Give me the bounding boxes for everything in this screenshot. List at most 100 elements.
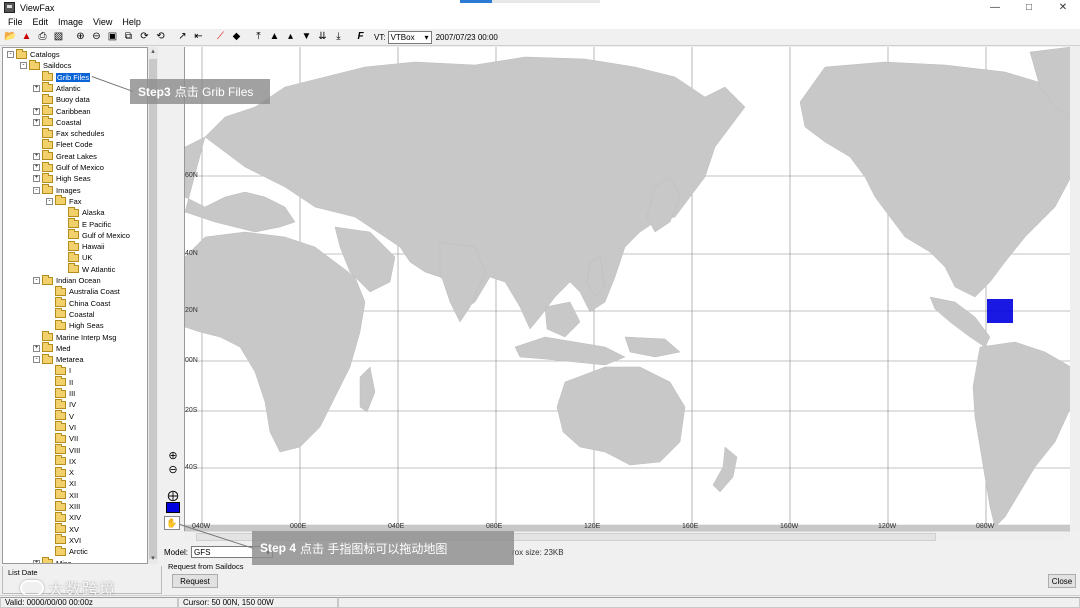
menu-file[interactable]: File — [0, 17, 28, 27]
tree-item[interactable]: + Misc — [33, 557, 71, 563]
tree-item[interactable]: VIII — [46, 444, 80, 456]
left-edge-icon[interactable]: ⇤ — [192, 31, 205, 44]
tree-item[interactable]: E Pacific — [59, 218, 111, 230]
tree-item[interactable]: Fax schedules — [33, 127, 104, 139]
tree-item[interactable]: - Fax — [46, 195, 82, 207]
tree-item[interactable]: + Coastal — [33, 116, 81, 128]
fax-icon[interactable]: ▲ — [20, 31, 33, 44]
zoom-in-icon[interactable]: ⊕ — [74, 31, 87, 44]
tree-item[interactable]: X — [46, 466, 74, 478]
expand-icon[interactable]: + — [33, 118, 40, 126]
collapse-icon[interactable]: - — [20, 62, 27, 70]
tree-item[interactable]: Coastal — [46, 308, 94, 320]
maximize-button[interactable]: □ — [1012, 0, 1046, 15]
menu-image[interactable]: Image — [53, 17, 88, 27]
refresh-icon[interactable]: ⟲ — [154, 31, 167, 44]
tree-item[interactable]: Gulf of Mexico — [59, 229, 130, 241]
expand-icon[interactable]: + — [33, 152, 40, 160]
hand-pan-icon[interactable]: ✋ — [164, 516, 180, 530]
tree-item[interactable]: XII — [46, 489, 78, 501]
tree-item[interactable]: + Great Lakes — [33, 150, 97, 162]
tree-item[interactable]: Alaska — [59, 206, 105, 218]
tree-item[interactable]: II — [46, 376, 73, 388]
request-button[interactable]: Request — [172, 574, 218, 588]
minimize-button[interactable]: — — [978, 0, 1012, 15]
collapse-icon[interactable]: - — [33, 356, 40, 364]
tree-item[interactable]: III — [46, 387, 75, 399]
expand-icon[interactable]: + — [33, 344, 40, 352]
triangle-up-icon[interactable]: ▴ — [284, 31, 297, 44]
tree-scroll-thumb[interactable] — [149, 59, 157, 559]
expand-icon[interactable]: + — [33, 175, 40, 183]
scroll-up-icon[interactable]: ▴ — [148, 47, 158, 57]
open-icon[interactable]: 📂 — [4, 31, 17, 44]
tree-item[interactable]: China Coast — [46, 297, 110, 309]
bottom-align-icon[interactable]: ⤓ — [332, 31, 345, 44]
zoom-out-icon[interactable]: ⊖ — [90, 31, 103, 44]
tree-item[interactable]: XVI — [46, 534, 81, 546]
zoom-fit-icon[interactable]: ▣ — [106, 31, 119, 44]
tree-item[interactable]: UK — [59, 251, 92, 263]
zoom-out-icon[interactable]: ⊖ — [165, 462, 181, 476]
mountain-icon[interactable]: ▲ — [268, 31, 281, 44]
expand-icon[interactable]: + — [33, 107, 40, 115]
tree-item[interactable]: + Gulf of Mexico — [33, 161, 104, 173]
double-down-icon[interactable]: ⇊ — [316, 31, 329, 44]
vt-select[interactable]: VTBox ▾ — [387, 30, 432, 44]
tree-item[interactable]: XI — [46, 477, 76, 489]
draw-line-icon[interactable]: ⟋ — [214, 31, 227, 44]
menu-edit[interactable]: Edit — [28, 17, 54, 27]
tree-item[interactable]: IV — [46, 398, 76, 410]
font-icon[interactable]: F — [354, 31, 367, 44]
tree-item[interactable]: Fleet Code — [33, 138, 93, 150]
tree-item[interactable]: Arctic — [46, 545, 88, 557]
tree-item[interactable]: VI — [46, 421, 76, 433]
menu-view[interactable]: View — [88, 17, 117, 27]
tree-item[interactable]: + High Seas — [33, 172, 91, 184]
weather-map[interactable] — [184, 47, 1070, 531]
tree-item[interactable]: Australia Coast — [46, 285, 120, 297]
tree-item[interactable]: VII — [46, 432, 78, 444]
tree-item[interactable]: + Atlantic — [33, 82, 81, 94]
tree-item[interactable]: + Med — [33, 342, 71, 354]
tree-item[interactable]: Hawaii — [59, 240, 105, 252]
tree-item[interactable]: W Atlantic — [59, 263, 115, 275]
world-map[interactable] — [185, 47, 1070, 531]
tree-item[interactable]: XIII — [46, 500, 80, 512]
collapse-icon[interactable]: - — [33, 277, 40, 284]
tree-item[interactable]: XV — [46, 523, 79, 535]
cursor-icon[interactable]: ↗ — [176, 31, 189, 44]
copy-icon[interactable]: ⧉ — [122, 31, 135, 44]
rotate-icon[interactable]: ⟳ — [138, 31, 151, 44]
collapse-icon[interactable]: - — [46, 197, 53, 205]
tree-item[interactable]: - Images — [33, 184, 81, 196]
tree-item[interactable]: High Seas — [46, 319, 104, 331]
selection-box-icon[interactable] — [166, 502, 180, 513]
tree-item[interactable]: Buoy data — [33, 93, 90, 105]
tree-item[interactable]: - Indian Ocean — [33, 274, 101, 286]
menu-help[interactable]: Help — [117, 17, 146, 27]
expand-icon[interactable]: + — [33, 164, 40, 171]
tree-item[interactable]: - Catalogs — [7, 48, 60, 60]
tree-item[interactable]: XIV — [46, 511, 81, 523]
top-align-icon[interactable]: ⤒ — [252, 31, 265, 44]
delete-icon[interactable]: ▧ — [52, 31, 65, 44]
tree-item[interactable]: V — [46, 410, 74, 422]
expand-icon[interactable]: + — [33, 559, 40, 563]
print-icon[interactable]: ⎙ — [36, 31, 49, 44]
collapse-icon[interactable]: - — [7, 51, 14, 58]
collapse-icon[interactable]: - — [33, 186, 40, 194]
zoom-in-icon[interactable]: ⊕ — [165, 448, 181, 462]
map-vertical-scrollbar[interactable] — [1070, 47, 1080, 531]
tree-item[interactable]: - Saildocs — [20, 59, 71, 71]
tree-item[interactable]: Marine Interp Msg — [33, 331, 116, 343]
close-button[interactable]: Close — [1048, 574, 1076, 588]
catalog-tree[interactable]: - Catalogs - Saildocs Grib Files + Atlantic Buo… — [2, 47, 148, 564]
diamond-icon[interactable]: ◆ — [230, 31, 243, 44]
tree-item[interactable]: Grib Files — [33, 71, 91, 83]
expand-icon[interactable]: + — [33, 84, 40, 92]
scroll-down-icon[interactable]: ▾ — [148, 554, 158, 564]
tree-item[interactable]: I — [46, 364, 71, 376]
triangle-down-icon[interactable]: ▼ — [300, 31, 313, 44]
crosshair-icon[interactable]: ⨁ — [165, 488, 181, 502]
